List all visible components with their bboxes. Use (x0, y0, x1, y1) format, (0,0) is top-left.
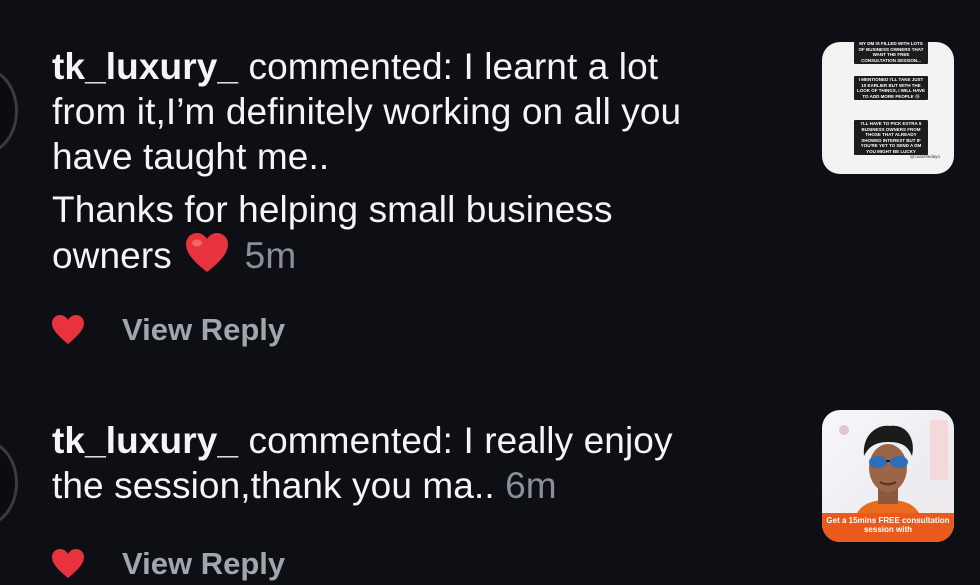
comment-2: tk_luxury_ commented: I really enjoy the… (52, 418, 812, 508)
like-heart-icon[interactable] (50, 314, 86, 346)
comment-username[interactable]: tk_luxury_ (52, 420, 238, 461)
comment-text: tk_luxury_ commented: I really enjoy (52, 420, 673, 461)
comment-username[interactable]: tk_luxury_ (52, 46, 238, 87)
comment-text-line: have taught me.. (52, 136, 330, 177)
commenter-avatar[interactable] (0, 68, 18, 154)
comment-timestamp: 5m (244, 235, 297, 276)
comment-text: tk_luxury_ commented: I learnt a lot (52, 46, 659, 87)
comment-actions: View Reply (50, 546, 285, 582)
like-heart-icon[interactable] (50, 548, 86, 580)
thumbnail-caption: Get a 15mins FREE consultation session w… (822, 513, 954, 542)
story-text-box: MY DM IS FILLED WITH LOTS OF BUSINESS OW… (854, 42, 928, 64)
story-handle: @coachfedayo (909, 154, 940, 159)
comment-timestamp: 6m (505, 465, 557, 506)
story-text-box: I'LL HAVE TO PICK EXTRA 5 BUSINESS OWNER… (854, 120, 928, 155)
comment-text-line: owners 5m (52, 232, 812, 284)
comment-text-line: from it,I’m definitely working on all yo… (52, 91, 682, 132)
story-text-box: I MENTIONED I'LL TAKE JUST 10 EARLIER BU… (854, 76, 928, 100)
heart-emoji-icon (184, 232, 230, 284)
view-reply-button[interactable]: View Reply (122, 312, 285, 348)
post-thumbnail[interactable]: MY DM IS FILLED WITH LOTS OF BUSINESS OW… (822, 42, 954, 174)
comment-text-line: the session,thank you ma.. 6m (52, 465, 557, 506)
comment-actions: View Reply (50, 312, 285, 348)
comment-1: tk_luxury_ commented: I learnt a lot fro… (52, 44, 812, 284)
commenter-avatar[interactable] (0, 440, 18, 526)
post-thumbnail[interactable]: Get a 15mins FREE consultation session w… (822, 410, 954, 542)
view-reply-button[interactable]: View Reply (122, 546, 285, 582)
comment-text-line: Thanks for helping small business (52, 189, 613, 230)
